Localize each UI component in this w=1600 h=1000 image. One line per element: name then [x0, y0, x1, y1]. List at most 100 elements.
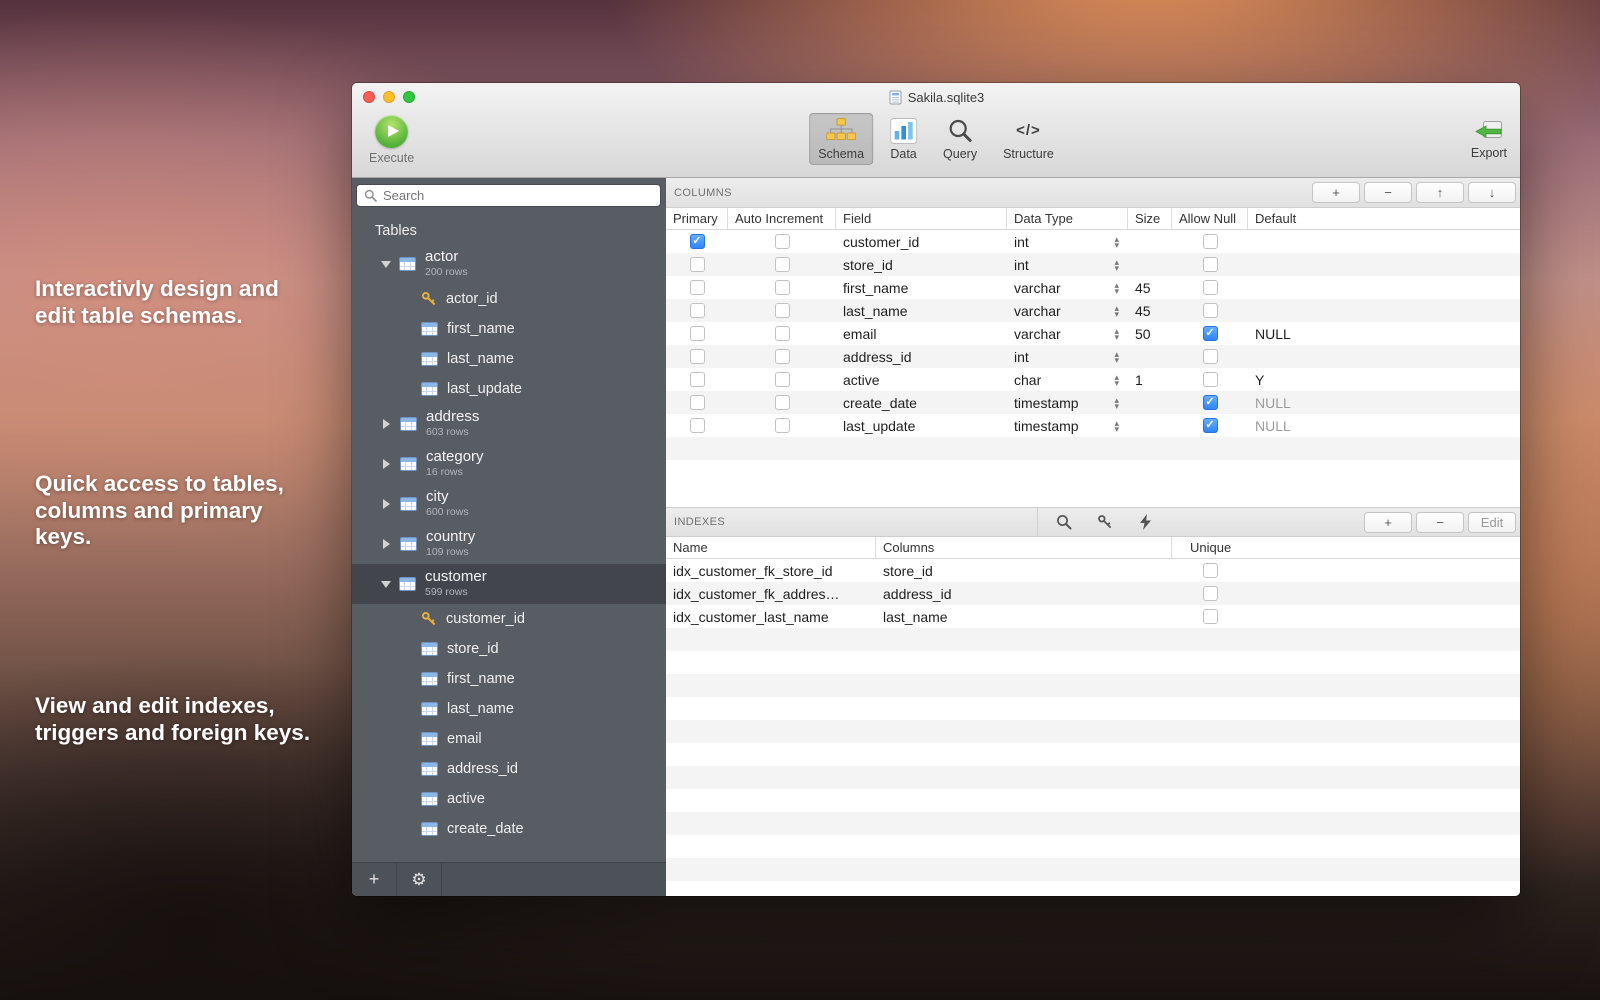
unique-checkbox[interactable] — [1203, 563, 1218, 578]
disclosure-open-icon[interactable] — [381, 261, 391, 268]
index-row[interactable]: idx_customer_last_name last_name — [666, 605, 1520, 628]
primary-checkbox[interactable] — [690, 326, 705, 341]
field-cell[interactable]: last_update — [836, 414, 1007, 437]
auto-increment-checkbox[interactable] — [775, 280, 790, 295]
disclosure-closed-icon[interactable] — [383, 419, 390, 429]
gear-icon[interactable]: ⚙ — [397, 863, 441, 896]
search-input[interactable] — [356, 184, 661, 207]
data-type-cell[interactable]: int — [1007, 230, 1128, 253]
field-cell[interactable]: address_id — [836, 345, 1007, 368]
data-type-cell[interactable]: timestamp — [1007, 391, 1128, 414]
default-cell[interactable]: NULL — [1248, 322, 1520, 345]
sidebar-column-first-name[interactable]: first_name — [352, 664, 666, 694]
auto-increment-checkbox[interactable] — [775, 326, 790, 341]
stepper-icon[interactable] — [1114, 259, 1119, 271]
default-cell[interactable] — [1248, 276, 1520, 299]
unique-checkbox[interactable] — [1203, 609, 1218, 624]
primary-checkbox[interactable] — [690, 349, 705, 364]
disclosure-closed-icon[interactable] — [383, 499, 390, 509]
default-cell[interactable]: NULL — [1248, 391, 1520, 414]
index-trigger-icon[interactable] — [1137, 514, 1155, 530]
sidebar-column-store-id[interactable]: store_id — [352, 634, 666, 664]
auto-increment-checkbox[interactable] — [775, 257, 790, 272]
unique-checkbox[interactable] — [1203, 586, 1218, 601]
tab-data[interactable]: Data — [881, 113, 926, 165]
index-name-cell[interactable]: idx_customer_fk_store_id — [666, 559, 876, 582]
size-cell[interactable] — [1128, 253, 1172, 276]
data-type-cell[interactable]: char — [1007, 368, 1128, 391]
primary-checkbox[interactable] — [690, 395, 705, 410]
disclosure-closed-icon[interactable] — [383, 459, 390, 469]
data-type-cell[interactable]: varchar — [1007, 322, 1128, 345]
sidebar-column-active[interactable]: active — [352, 784, 666, 814]
size-cell[interactable]: 1 — [1128, 368, 1172, 391]
table-row[interactable]: last_update timestamp NULL — [666, 414, 1520, 437]
sidebar-column-last-name[interactable]: last_name — [352, 344, 666, 374]
data-type-cell[interactable]: varchar — [1007, 299, 1128, 322]
auto-increment-checkbox[interactable] — [775, 372, 790, 387]
field-cell[interactable]: email — [836, 322, 1007, 345]
table-row[interactable]: first_name varchar 45 — [666, 276, 1520, 299]
table-row[interactable]: store_id int — [666, 253, 1520, 276]
size-cell[interactable] — [1128, 230, 1172, 253]
sidebar-column-address-id[interactable]: address_id — [352, 754, 666, 784]
remove-column-button[interactable]: − — [1364, 182, 1412, 203]
field-cell[interactable]: customer_id — [836, 230, 1007, 253]
table-row[interactable]: active char 1 Y — [666, 368, 1520, 391]
move-column-down-button[interactable]: ↓ — [1468, 182, 1516, 203]
add-table-button[interactable]: + — [352, 863, 396, 896]
tab-query[interactable]: Query — [934, 113, 986, 165]
default-cell[interactable] — [1248, 253, 1520, 276]
sidebar-table-customer[interactable]: customer 599 rows — [352, 564, 666, 604]
primary-checkbox[interactable] — [690, 372, 705, 387]
index-columns-cell[interactable]: address_id — [876, 582, 1172, 605]
allow-null-checkbox[interactable] — [1203, 395, 1218, 410]
stepper-icon[interactable] — [1114, 351, 1119, 363]
size-cell[interactable] — [1128, 345, 1172, 368]
titlebar[interactable]: Sakila.sqlite3 — [352, 83, 1520, 111]
sidebar-column-email[interactable]: email — [352, 724, 666, 754]
index-key-icon[interactable] — [1096, 514, 1114, 530]
move-column-up-button[interactable]: ↑ — [1416, 182, 1464, 203]
allow-null-checkbox[interactable] — [1203, 234, 1218, 249]
tab-structure[interactable]: </> Structure — [994, 113, 1063, 165]
stepper-icon[interactable] — [1114, 236, 1119, 248]
remove-index-button[interactable]: − — [1416, 512, 1464, 533]
table-row[interactable]: address_id int — [666, 345, 1520, 368]
primary-checkbox[interactable] — [690, 303, 705, 318]
data-type-cell[interactable]: int — [1007, 345, 1128, 368]
field-cell[interactable]: active — [836, 368, 1007, 391]
add-column-button[interactable]: + — [1312, 182, 1360, 203]
table-row[interactable]: customer_id int — [666, 230, 1520, 253]
size-cell[interactable]: 45 — [1128, 276, 1172, 299]
table-row[interactable]: email varchar 50 NULL — [666, 322, 1520, 345]
allow-null-checkbox[interactable] — [1203, 326, 1218, 341]
allow-null-checkbox[interactable] — [1203, 349, 1218, 364]
sidebar-table-category[interactable]: category 16 rows — [352, 444, 666, 484]
execute-button[interactable]: Execute — [369, 115, 414, 165]
default-cell[interactable] — [1248, 345, 1520, 368]
field-cell[interactable]: last_name — [836, 299, 1007, 322]
primary-checkbox[interactable] — [690, 418, 705, 433]
default-cell[interactable]: NULL — [1248, 414, 1520, 437]
primary-checkbox[interactable] — [690, 234, 705, 249]
allow-null-checkbox[interactable] — [1203, 303, 1218, 318]
data-type-cell[interactable]: timestamp — [1007, 414, 1128, 437]
field-cell[interactable]: create_date — [836, 391, 1007, 414]
sidebar-column-last-update[interactable]: last_update — [352, 374, 666, 404]
add-index-button[interactable]: + — [1364, 512, 1412, 533]
index-columns-cell[interactable]: last_name — [876, 605, 1172, 628]
data-type-cell[interactable]: int — [1007, 253, 1128, 276]
allow-null-checkbox[interactable] — [1203, 257, 1218, 272]
table-row[interactable]: last_name varchar 45 — [666, 299, 1520, 322]
primary-checkbox[interactable] — [690, 257, 705, 272]
size-cell[interactable]: 45 — [1128, 299, 1172, 322]
size-cell[interactable] — [1128, 391, 1172, 414]
sidebar-column-create-date[interactable]: create_date — [352, 814, 666, 844]
auto-increment-checkbox[interactable] — [775, 418, 790, 433]
stepper-icon[interactable] — [1114, 328, 1119, 340]
disclosure-closed-icon[interactable] — [383, 539, 390, 549]
size-cell[interactable] — [1128, 414, 1172, 437]
allow-null-checkbox[interactable] — [1203, 418, 1218, 433]
disclosure-open-icon[interactable] — [381, 581, 391, 588]
